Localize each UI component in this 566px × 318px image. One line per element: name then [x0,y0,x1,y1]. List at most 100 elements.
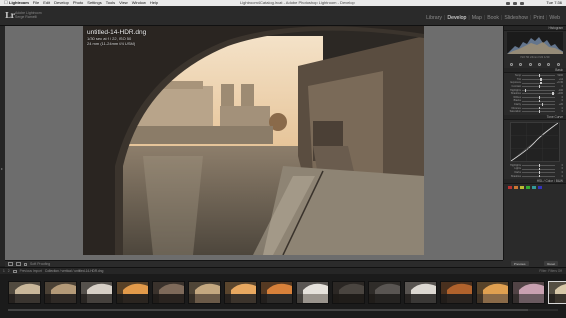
slider-value[interactable]: 0 [555,167,563,170]
filmstrip-thumbnail[interactable] [80,281,113,304]
blue-swatch[interactable] [538,185,542,189]
tone-curve[interactable] [510,121,560,162]
slider-knob[interactable] [538,167,540,171]
wifi-icon[interactable] [506,1,510,5]
page-1-button[interactable]: 1 [3,269,5,273]
slider-knob[interactable] [552,92,554,96]
filmstrip-thumbnail[interactable] [8,281,41,304]
slider-value[interactable]: 0 [555,164,563,167]
slider-track[interactable] [522,110,555,114]
slider-value[interactable]: 0 [555,175,563,178]
slider-knob[interactable] [538,174,540,178]
slider-track[interactable] [522,88,555,92]
module-map[interactable]: Map [470,15,484,21]
filmstrip-thumbnail[interactable] [548,281,566,304]
slider-value[interactable]: 0 [555,96,563,99]
previous-button[interactable]: Previous [510,261,529,266]
filmstrip-thumbnail[interactable] [44,281,77,304]
filmstrip-thumbnail[interactable] [152,281,185,304]
filmstrip-thumbnail[interactable] [368,281,401,304]
filmstrip-breadcrumb[interactable]: Collection / vertical / untitled-14-HDR.… [45,269,103,273]
slider-knob[interactable] [540,81,542,85]
filmstrip-thumbnail[interactable] [332,281,365,304]
module-slideshow[interactable]: Slideshow [502,15,530,21]
slider-value[interactable]: +100 [555,92,563,95]
slider-knob[interactable] [538,74,540,78]
filmstrip-thumbnail[interactable] [224,281,257,304]
filmstrip-thumbnail[interactable] [476,281,509,304]
filmstrip-filter[interactable]: Filter: Filters Off [539,269,562,273]
page-2-button[interactable]: 2 [8,269,10,273]
filmstrip-thumbnail[interactable] [404,281,437,304]
slider-value[interactable]: 5200 [555,74,563,77]
adjustment-brush-icon[interactable] [556,62,560,66]
soft-proofing-checkbox[interactable] [24,262,27,266]
filmstrip-thumbnail[interactable] [296,281,329,304]
main-photo[interactable]: untitled-14-HDR.dng 1/30 sec at f / 22, … [83,26,424,255]
slider-value[interactable]: 0 [555,171,563,174]
filmstrip-thumbnail[interactable] [188,281,221,304]
slider-knob[interactable] [538,99,540,103]
slider-value[interactable]: +20 [555,103,563,106]
spot-removal-icon[interactable] [519,62,523,66]
red-eye-icon[interactable] [528,62,532,66]
yellow-swatch[interactable] [520,185,524,189]
aqua-swatch[interactable] [532,185,536,189]
slider-track[interactable] [522,163,555,167]
hsl-header[interactable]: HSL / Color / B&W [504,178,566,184]
slider-track[interactable] [522,174,555,178]
filmstrip-thumbnail[interactable] [116,281,149,304]
basic-header[interactable]: Basic [504,68,566,73]
slider-knob[interactable] [538,163,540,167]
slider-value[interactable]: 0 [555,85,563,88]
slider-track[interactable] [522,171,555,174]
slider-track[interactable] [522,74,555,78]
graduated-filter-icon[interactable] [538,62,542,66]
module-library[interactable]: Library [424,15,444,21]
slider-track[interactable] [522,99,555,103]
grid-view-icon[interactable] [12,269,17,273]
module-print[interactable]: Print [531,15,546,21]
slider-saturation[interactable]: Saturation 0 [507,110,563,114]
module-develop[interactable]: Develop [445,15,468,21]
filmstrip-thumbnail[interactable] [260,281,293,304]
slider-knob[interactable] [538,85,540,88]
crop-tool-icon[interactable] [510,62,514,66]
slider-track[interactable] [522,85,555,88]
slider-value[interactable]: +12 [555,78,563,81]
slider-value[interactable]: 0 [555,99,563,102]
slider-track[interactable] [522,167,555,171]
slider-value[interactable]: 0 [555,107,563,110]
tone-curve-header[interactable]: Tone Curve [504,114,566,120]
green-swatch[interactable] [526,185,530,189]
filmstrip-thumbnail[interactable] [512,281,545,304]
slider-value[interactable]: 0 [555,110,563,113]
slider-knob[interactable] [538,171,540,174]
slider-knob[interactable] [538,106,540,110]
loupe-view-icon[interactable] [8,262,13,266]
previous-import-label[interactable]: Previous Import [20,269,42,273]
slider-track[interactable] [522,103,555,106]
filmstrip-scrollbar[interactable] [8,309,558,311]
slider-value[interactable]: -100 [555,89,563,92]
volume-icon[interactable] [513,1,517,5]
module-book[interactable]: Book [485,15,501,21]
orange-swatch[interactable] [514,185,518,189]
slider-track[interactable] [522,81,555,85]
battery-icon[interactable] [520,1,524,5]
slider-knob[interactable] [538,110,540,114]
slider-shadows[interactable]: Shadows 0 [507,174,563,178]
radial-filter-icon[interactable] [547,62,551,66]
slider-track[interactable] [522,106,555,110]
slider-value[interactable]: +0.30 [555,81,563,84]
slider-track[interactable] [522,78,555,81]
slider-knob[interactable] [541,103,544,106]
module-web[interactable]: Web [547,15,562,21]
filmstrip-thumbnail[interactable] [440,281,473,304]
slider-knob[interactable] [524,88,527,92]
slider-knob[interactable] [540,78,542,81]
expand-left-panel-icon[interactable]: ▸ [1,166,3,171]
reset-button[interactable]: Reset [544,261,559,266]
slider-knob[interactable] [538,96,540,99]
slider-track[interactable] [522,92,555,96]
